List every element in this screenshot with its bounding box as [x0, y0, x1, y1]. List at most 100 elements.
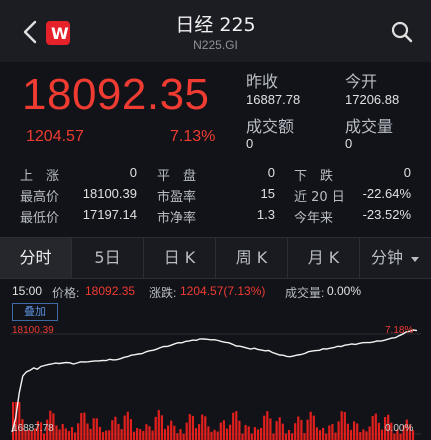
volume-bar: [67, 431, 70, 440]
volume-bar: [114, 416, 117, 440]
volume-bar: [160, 415, 163, 440]
volume-bar: [303, 433, 306, 440]
volume-bar: [263, 415, 266, 440]
volume-bar: [145, 424, 148, 440]
info-volume-label: 成交量:: [285, 286, 325, 300]
volume-bar: [393, 433, 396, 440]
info-change-label: 涨跌:: [149, 286, 177, 300]
axis-bottom-price: 16887.78: [12, 423, 54, 434]
volume-bar: [132, 431, 136, 440]
stat-label-20d: 近 20 日: [294, 190, 345, 205]
volume-bar: [182, 433, 185, 440]
volume-bar: [18, 402, 21, 440]
volume-bar: [272, 433, 275, 440]
volume-bar: [191, 415, 194, 440]
volume-bar: [83, 412, 86, 440]
info-price-label: 价格:: [52, 286, 80, 300]
stat-label-up: 上 涨: [20, 169, 60, 184]
info-volume: 0.00%: [327, 284, 362, 298]
volume-bar: [12, 402, 15, 440]
stat-value-up: 0: [129, 165, 137, 180]
info-time: 15:00: [12, 284, 43, 298]
tab-minute-label: 分钟: [370, 248, 403, 267]
volume-value: 0: [345, 136, 353, 151]
volume-bar: [222, 420, 225, 440]
volume-bar: [210, 431, 213, 440]
tab-intraday[interactable]: 分时: [0, 238, 72, 278]
volume-bar: [188, 414, 191, 440]
volume-bar: [108, 430, 111, 440]
volume-bar: [89, 428, 92, 440]
search-icon[interactable]: [390, 20, 414, 44]
axis-top-price: 18100.39: [12, 325, 54, 336]
volume-bar: [284, 433, 287, 440]
volume-bar: [244, 425, 247, 440]
tab-daily-k[interactable]: 日 K: [144, 238, 216, 278]
volume-bar: [281, 423, 284, 440]
volume-bar: [287, 430, 291, 440]
volume-bar: [148, 426, 151, 440]
volume-bar: [126, 411, 129, 440]
volume-bar: [399, 433, 402, 440]
volume-bar: [207, 426, 210, 440]
volume-bar: [70, 427, 74, 440]
stat-value-high: 18100.39: [82, 186, 137, 201]
volume-bar: [297, 416, 300, 440]
stat-value-down: 0: [403, 165, 411, 180]
volume-bar: [353, 421, 356, 440]
volume-bar: [167, 425, 170, 440]
volume-bar: [229, 424, 232, 440]
volume-bar: [129, 419, 132, 440]
overlay-button[interactable]: 叠加: [12, 303, 58, 321]
tab-monthly-k[interactable]: 月 K: [288, 238, 360, 278]
volume-bar: [201, 414, 204, 440]
volume-bar: [58, 429, 61, 440]
volume-bar: [204, 416, 207, 440]
volume-bar: [294, 423, 297, 440]
volume-bar: [101, 432, 105, 440]
volume-bar: [77, 423, 80, 440]
volume-bar: [318, 430, 322, 440]
volume-bar: [374, 413, 377, 440]
stat-label-pe: 市盈率: [157, 190, 197, 205]
volume-bar: [194, 428, 198, 440]
tab-minute[interactable]: 分钟: [360, 238, 431, 278]
volume-bar: [334, 432, 337, 440]
volume-bar: [139, 429, 142, 440]
volume-bar: [343, 412, 346, 440]
stat-value-pb: 1.3: [256, 207, 275, 222]
volume-bar: [359, 432, 362, 440]
stat-value-pe: 15: [260, 186, 275, 201]
volume-bar: [64, 428, 67, 440]
volume-bar: [365, 431, 368, 440]
volume-bar: [325, 433, 328, 440]
volume-bar: [278, 417, 281, 440]
volume-bar: [253, 427, 256, 440]
stat-label-low: 最低价: [20, 211, 60, 226]
volume-bar: [362, 429, 365, 440]
tab-5day[interactable]: 5日: [72, 238, 144, 278]
volume-bar: [315, 427, 318, 440]
info-price: 18092.35: [85, 284, 136, 298]
tab-weekly-k[interactable]: 周 K: [216, 238, 288, 278]
volume-bar: [380, 429, 384, 440]
volume-bar: [238, 420, 241, 440]
volume-bar: [216, 431, 219, 440]
volume-bar: [173, 425, 176, 440]
header: W 日经 225 N225.GI: [0, 0, 431, 62]
volume-bar: [312, 415, 315, 440]
stat-label-down: 下 跌: [294, 169, 334, 184]
info-change: 1204.57(7.13%): [180, 284, 266, 298]
open-value: 17206.88: [345, 92, 400, 107]
volume-label: 成交量: [345, 117, 394, 136]
volume-bar: [117, 423, 120, 440]
volume-bar: [322, 427, 325, 440]
volume-bar: [86, 423, 89, 440]
volume-bar: [105, 430, 108, 440]
volume-bar: [157, 410, 160, 440]
volume-bar: [154, 416, 157, 440]
volume-bar: [198, 424, 201, 440]
turnover-label: 成交额: [246, 117, 295, 136]
stat-value-20d: -22.64%: [362, 186, 411, 201]
volume-bar: [300, 419, 303, 440]
